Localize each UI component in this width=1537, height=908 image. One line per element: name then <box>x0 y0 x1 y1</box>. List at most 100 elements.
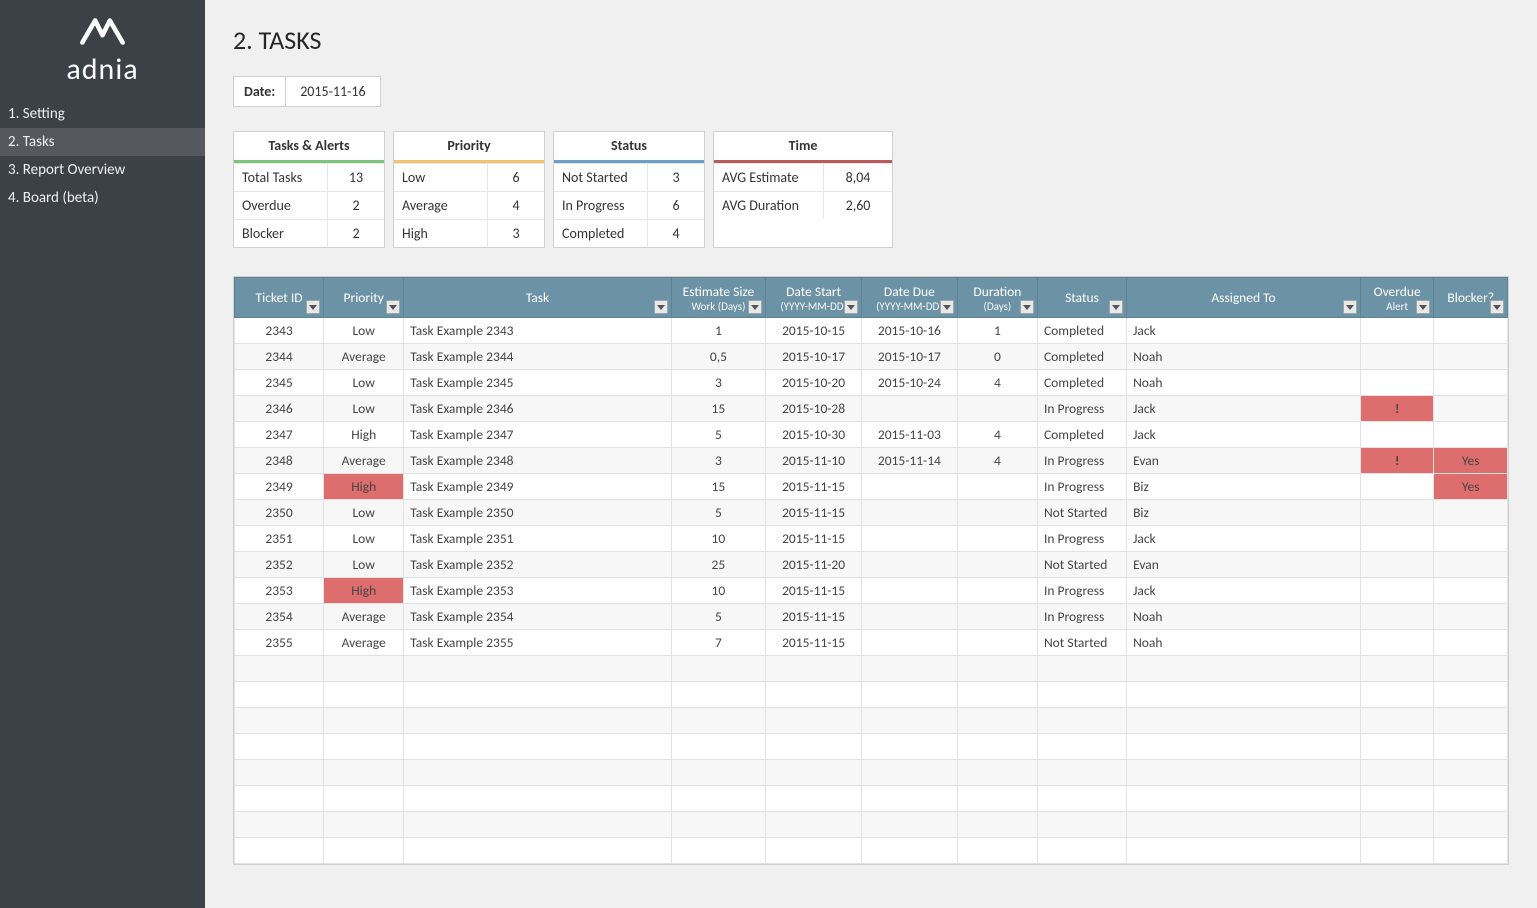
summary-row-item: In Progress6 <box>554 191 704 219</box>
cell-priority: Average <box>324 448 404 474</box>
summary-row-label: AVG Estimate <box>714 163 824 191</box>
filter-dropdown-icon[interactable] <box>1020 300 1034 314</box>
summary-row-value: 3 <box>488 219 544 247</box>
table-row[interactable]: 2349HighTask Example 2349152015-11-15In … <box>235 474 1508 500</box>
cell-date-due <box>862 500 958 526</box>
sidebar-nav: 1. Setting2. Tasks3. Report Overview4. B… <box>0 100 205 212</box>
cell-estimate: 1 <box>671 318 766 344</box>
sidebar-item[interactable]: 2. Tasks <box>0 128 205 156</box>
column-header[interactable]: Date Start(YYYY-MM-DD) <box>766 278 862 318</box>
column-header[interactable]: Task <box>404 278 671 318</box>
table-cell-empty <box>766 838 862 864</box>
table-cell-empty <box>235 786 324 812</box>
table-cell-empty <box>1037 656 1126 682</box>
table-cell-empty <box>1127 734 1361 760</box>
table-cell-empty <box>862 760 958 786</box>
table-cell-empty <box>1127 760 1361 786</box>
cell-blocker <box>1434 422 1508 448</box>
table-cell-empty <box>1360 786 1434 812</box>
column-header[interactable]: Estimate SizeWork (Days) <box>671 278 766 318</box>
summary-row-value: 6 <box>488 163 544 191</box>
summary-row-value: 3 <box>648 163 704 191</box>
table-row-empty[interactable] <box>235 760 1508 786</box>
table-cell-empty <box>766 812 862 838</box>
cell-date-due: 2015-11-14 <box>862 448 958 474</box>
filter-dropdown-icon[interactable] <box>1490 300 1504 314</box>
column-header-sub: (YYYY-MM-DD) <box>772 300 855 313</box>
summary-row: Tasks & Alerts Total Tasks13Overdue2Bloc… <box>233 131 1509 248</box>
filter-dropdown-icon[interactable] <box>306 300 320 314</box>
filter-dropdown-icon[interactable] <box>654 300 668 314</box>
column-header[interactable]: Duration(Days) <box>957 278 1037 318</box>
table-row[interactable]: 2346LowTask Example 2346152015-10-28In P… <box>235 396 1508 422</box>
column-header[interactable]: Blocker? <box>1434 278 1508 318</box>
cell-duration <box>957 604 1037 630</box>
table-row[interactable]: 2345LowTask Example 234532015-10-202015-… <box>235 370 1508 396</box>
cell-overdue-alert <box>1360 318 1434 344</box>
column-header[interactable]: Assigned To <box>1127 278 1361 318</box>
column-header[interactable]: OverdueAlert <box>1360 278 1434 318</box>
cell-estimate: 25 <box>671 552 766 578</box>
cell-duration: 1 <box>957 318 1037 344</box>
table-cell-empty <box>1434 656 1508 682</box>
cell-status: Completed <box>1037 370 1126 396</box>
sidebar-item[interactable]: 1. Setting <box>0 100 205 128</box>
card-time: Time AVG Estimate8,04AVG Duration2,60 <box>713 131 893 248</box>
cell-duration <box>957 526 1037 552</box>
table-row-empty[interactable] <box>235 838 1508 864</box>
table-row[interactable]: 2348AverageTask Example 234832015-11-102… <box>235 448 1508 474</box>
summary-row-value: 4 <box>488 191 544 219</box>
table-cell-empty <box>1127 812 1361 838</box>
summary-row-item: AVG Duration2,60 <box>714 191 892 219</box>
column-header[interactable]: Priority <box>324 278 404 318</box>
sidebar-item[interactable]: 3. Report Overview <box>0 156 205 184</box>
column-header[interactable]: Status <box>1037 278 1126 318</box>
cell-task: Task Example 2344 <box>404 344 671 370</box>
cell-blocker <box>1434 526 1508 552</box>
table-row-empty[interactable] <box>235 786 1508 812</box>
filter-dropdown-icon[interactable] <box>1416 300 1430 314</box>
table-cell-empty <box>324 838 404 864</box>
summary-row-label: Completed <box>554 219 648 247</box>
table-cell-empty <box>671 708 766 734</box>
table-row[interactable]: 2355AverageTask Example 235572015-11-15N… <box>235 630 1508 656</box>
table-row[interactable]: 2350LowTask Example 235052015-11-15Not S… <box>235 500 1508 526</box>
table-row[interactable]: 2343LowTask Example 234312015-10-152015-… <box>235 318 1508 344</box>
table-cell-empty <box>1127 708 1361 734</box>
column-header[interactable]: Date Due(YYYY-MM-DD) <box>862 278 958 318</box>
table-cell-empty <box>671 682 766 708</box>
filter-dropdown-icon[interactable] <box>1109 300 1123 314</box>
table-cell-empty <box>404 812 671 838</box>
cell-blocker <box>1434 344 1508 370</box>
table-row-empty[interactable] <box>235 682 1508 708</box>
table-cell-empty <box>1127 682 1361 708</box>
cell-date-start: 2015-10-17 <box>766 344 862 370</box>
table-row-empty[interactable] <box>235 734 1508 760</box>
filter-dropdown-icon[interactable] <box>748 300 762 314</box>
sidebar-item[interactable]: 4. Board (beta) <box>0 184 205 212</box>
sidebar: adnia 1. Setting2. Tasks3. Report Overvi… <box>0 0 205 908</box>
table-cell-empty <box>862 708 958 734</box>
filter-dropdown-icon[interactable] <box>844 300 858 314</box>
cell-assigned: Evan <box>1127 552 1361 578</box>
table-row[interactable]: 2347HighTask Example 234752015-10-302015… <box>235 422 1508 448</box>
table-row-empty[interactable] <box>235 812 1508 838</box>
cell-priority: High <box>324 578 404 604</box>
filter-dropdown-icon[interactable] <box>1343 300 1357 314</box>
table-row[interactable]: 2354AverageTask Example 235452015-11-15I… <box>235 604 1508 630</box>
date-row: Date: 2015-11-16 <box>233 76 381 107</box>
table-row-empty[interactable] <box>235 656 1508 682</box>
table-row[interactable]: 2351LowTask Example 2351102015-11-15In P… <box>235 526 1508 552</box>
table-row[interactable]: 2352LowTask Example 2352252015-11-20Not … <box>235 552 1508 578</box>
table-row[interactable]: 2353HighTask Example 2353102015-11-15In … <box>235 578 1508 604</box>
table-cell-empty <box>235 812 324 838</box>
table-row[interactable]: 2344AverageTask Example 23440,52015-10-1… <box>235 344 1508 370</box>
filter-dropdown-icon[interactable] <box>386 300 400 314</box>
cell-task: Task Example 2355 <box>404 630 671 656</box>
cell-date-start: 2015-10-28 <box>766 396 862 422</box>
date-value[interactable]: 2015-11-16 <box>286 77 379 106</box>
cell-assigned: Noah <box>1127 604 1361 630</box>
table-row-empty[interactable] <box>235 708 1508 734</box>
filter-dropdown-icon[interactable] <box>940 300 954 314</box>
column-header[interactable]: Ticket ID <box>235 278 324 318</box>
